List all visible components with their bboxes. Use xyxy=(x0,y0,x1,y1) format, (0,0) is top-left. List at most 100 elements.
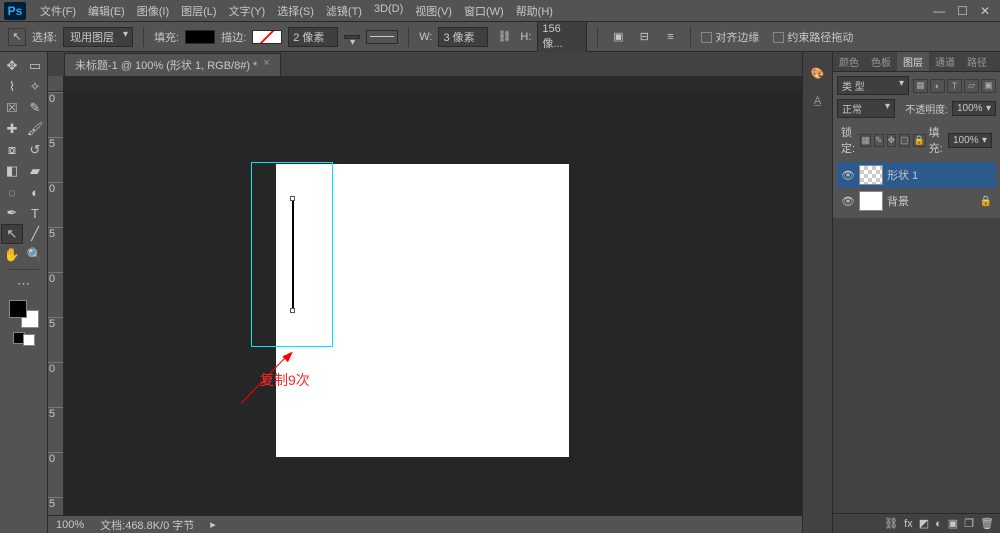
line-tool[interactable]: ╱ xyxy=(24,224,46,244)
dodge-tool[interactable]: ◐ xyxy=(24,182,46,202)
filter-type-icon[interactable]: T xyxy=(947,79,962,93)
canvas-viewport[interactable]: 复制9次 xyxy=(64,92,802,515)
stroke-swatch[interactable] xyxy=(252,30,282,44)
menu-图层(L)[interactable]: 图层(L) xyxy=(175,1,222,21)
tab-color[interactable]: 颜色 xyxy=(833,52,865,71)
ruler-origin[interactable] xyxy=(48,76,64,92)
path-selection-tool-icon[interactable]: ↖ xyxy=(8,28,26,46)
status-chevron-icon[interactable]: ▸ xyxy=(210,518,216,531)
fill-swatch[interactable] xyxy=(185,30,215,44)
history-panel-icon[interactable]: 🎨 xyxy=(809,64,827,82)
fill-opacity-input[interactable]: 100% xyxy=(948,133,992,148)
brush-tool[interactable]: 🖌 xyxy=(24,119,46,139)
layer-row[interactable]: 👁 形状 1 xyxy=(837,162,996,188)
path-selection-tool[interactable]: ↖ xyxy=(1,224,23,244)
lock-transparency-icon[interactable]: ▦ xyxy=(860,134,871,147)
height-input[interactable]: 156 像... xyxy=(537,21,587,53)
maximize-button[interactable]: ☐ xyxy=(957,4,968,18)
menu-滤镜(T)[interactable]: 滤镜(T) xyxy=(320,1,368,21)
lock-artboard-icon[interactable]: ▢ xyxy=(899,134,910,147)
link-wh-icon[interactable]: ⛓ xyxy=(494,30,514,43)
close-tab-icon[interactable]: × xyxy=(263,57,269,73)
crop-tool[interactable]: ⮽ xyxy=(1,98,23,118)
gradient-tool[interactable]: ▰ xyxy=(24,161,46,181)
minimize-button[interactable]: — xyxy=(933,4,945,18)
lock-image-icon[interactable]: ✎ xyxy=(874,134,884,147)
document-info[interactable]: 文档:468.8K/0 字节 xyxy=(100,517,194,533)
tab-channels[interactable]: 通道 xyxy=(929,52,961,71)
spot-heal-tool[interactable]: ✚ xyxy=(1,119,23,139)
menu-视图(V)[interactable]: 视图(V) xyxy=(409,1,458,21)
layer-mask-icon[interactable]: ◩ xyxy=(919,517,929,530)
color-swatches[interactable] xyxy=(9,300,39,328)
character-panel-icon[interactable]: A̲ xyxy=(809,92,827,110)
link-layers-icon[interactable]: ⛓ xyxy=(884,517,898,530)
layer-thumbnail[interactable] xyxy=(859,191,883,211)
select-label: 选择: xyxy=(32,29,57,45)
menu-编辑(E)[interactable]: 编辑(E) xyxy=(82,1,131,21)
menu-窗口(W)[interactable]: 窗口(W) xyxy=(458,1,510,21)
menu-帮助(H)[interactable]: 帮助(H) xyxy=(510,1,559,21)
stroke-width-input[interactable]: 2 像素 xyxy=(288,27,338,47)
hand-tool[interactable]: ✋ xyxy=(1,245,23,265)
blend-mode-dropdown[interactable]: 正常 xyxy=(837,99,895,118)
vertical-ruler[interactable]: 0505050505 xyxy=(48,92,64,515)
menu-文字(Y)[interactable]: 文字(Y) xyxy=(223,1,272,21)
close-button[interactable]: ✕ xyxy=(980,4,990,18)
layer-thumbnail[interactable] xyxy=(859,165,883,185)
lasso-tool[interactable]: ⌇ xyxy=(1,77,23,97)
opacity-input[interactable]: 100% xyxy=(952,101,996,116)
menu-选择(S)[interactable]: 选择(S) xyxy=(271,1,320,21)
path-align-icon[interactable]: ⊟ xyxy=(634,28,654,46)
visibility-toggle-icon[interactable]: 👁 xyxy=(841,169,855,182)
adjustment-layer-icon[interactable]: ◐ xyxy=(935,518,942,530)
layer-filter-dropdown[interactable]: 类 型 xyxy=(837,76,909,95)
filter-shape-icon[interactable]: ▱ xyxy=(964,79,979,93)
new-layer-icon[interactable]: ❐ xyxy=(964,517,974,530)
selection-bounds xyxy=(251,162,333,347)
layer-row[interactable]: 👁背景🔒 xyxy=(837,188,996,214)
filter-smart-icon[interactable]: ▣ xyxy=(981,79,996,93)
filter-adjust-icon[interactable]: ◐ xyxy=(930,79,945,93)
layer-name[interactable]: 形状 1 xyxy=(887,167,918,183)
group-icon[interactable]: ▣ xyxy=(948,517,958,530)
clone-stamp-tool[interactable]: ⧇ xyxy=(1,140,23,160)
lock-all-icon[interactable]: 🔒 xyxy=(913,134,926,147)
delete-layer-icon[interactable]: 🗑 xyxy=(980,517,994,530)
zoom-level[interactable]: 100% xyxy=(56,519,84,531)
filter-pixel-icon[interactable]: ▦ xyxy=(913,79,928,93)
tab-layers[interactable]: 图层 xyxy=(897,52,929,71)
layer-style-icon[interactable]: fx xyxy=(904,518,913,530)
zoom-tool[interactable]: 🔍 xyxy=(24,245,46,265)
layer-name[interactable]: 背景 xyxy=(887,193,909,209)
path-arrange-icon[interactable]: ≡ xyxy=(660,28,680,46)
path-operations-icon[interactable]: ▣ xyxy=(608,28,628,46)
eraser-tool[interactable]: ◧ xyxy=(1,161,23,181)
menu-3D(D)[interactable]: 3D(D) xyxy=(368,1,409,21)
select-target-dropdown[interactable]: 现用图层 xyxy=(63,27,133,47)
menu-文件(F)[interactable]: 文件(F) xyxy=(34,1,82,21)
document-tab[interactable]: 未标题-1 @ 100% (形状 1, RGB/8#) * × xyxy=(64,53,281,76)
width-label: W: xyxy=(419,31,432,43)
tab-paths[interactable]: 路径 xyxy=(961,52,993,71)
pen-tool[interactable]: ✒ xyxy=(1,203,23,223)
history-brush-tool[interactable]: ↺ xyxy=(24,140,46,160)
move-tool[interactable]: ✥ xyxy=(1,56,23,76)
blur-tool[interactable]: ◌ xyxy=(1,182,23,202)
stroke-width-dropdown[interactable] xyxy=(344,35,360,39)
edit-toolbar-icon[interactable]: ⋯ xyxy=(13,274,35,294)
eyedropper-tool[interactable]: ✎ xyxy=(24,98,46,118)
visibility-toggle-icon[interactable]: 👁 xyxy=(841,195,855,208)
tab-swatches[interactable]: 色板 xyxy=(865,52,897,71)
magic-wand-tool[interactable]: ✧ xyxy=(24,77,46,97)
lock-position-icon[interactable]: ✥ xyxy=(887,134,897,147)
menu-图像(I)[interactable]: 图像(I) xyxy=(131,1,175,21)
type-tool[interactable]: T xyxy=(24,203,46,223)
width-input[interactable]: 3 像素 xyxy=(438,27,488,47)
stroke-type-dropdown[interactable] xyxy=(366,30,398,44)
marquee-tool[interactable]: ▭ xyxy=(24,56,46,76)
constrain-path-checkbox[interactable]: 约束路径拖动 xyxy=(773,29,853,45)
align-edges-checkbox[interactable]: 对齐边缘 xyxy=(701,29,759,45)
default-colors-icon[interactable] xyxy=(13,332,35,346)
foreground-color-swatch[interactable] xyxy=(9,300,27,318)
